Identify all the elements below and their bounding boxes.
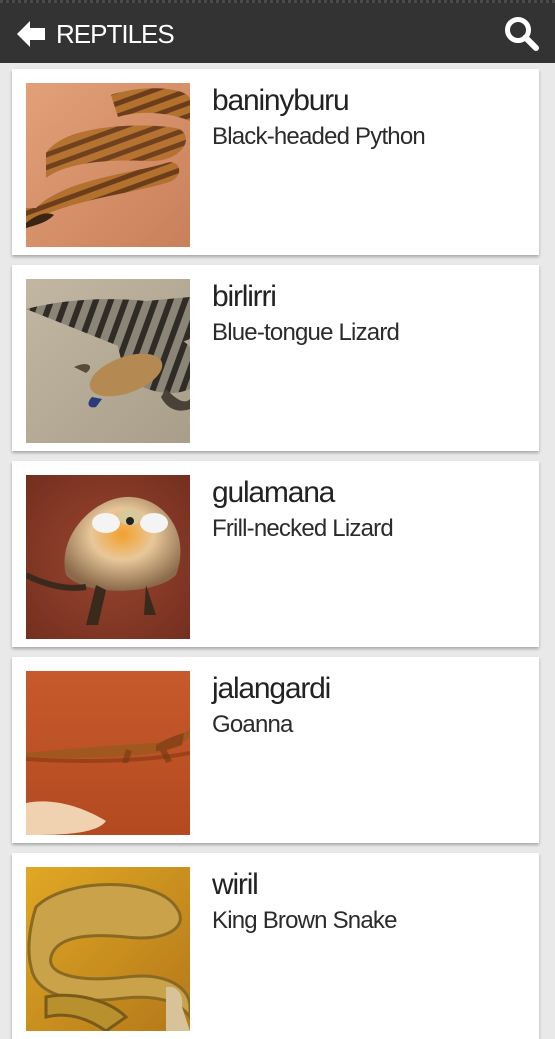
app-bar: REPTILES — [0, 3, 555, 63]
list-item[interactable]: wiril King Brown Snake — [12, 853, 539, 1039]
list-item[interactable]: jalangardi Goanna — [12, 657, 539, 843]
item-common-name: Blue-tongue Lizard — [212, 319, 400, 346]
list-item[interactable]: birlirri Blue-tongue Lizard — [12, 265, 539, 451]
arrow-left-icon — [17, 21, 45, 47]
item-name: birlirri — [212, 280, 277, 313]
king-brown-photo — [26, 867, 190, 1031]
item-name: gulamana — [212, 476, 335, 509]
search-icon — [505, 17, 539, 51]
list-item[interactable]: baninyburu Black-headed Python — [12, 69, 539, 255]
search-button[interactable] — [503, 15, 541, 53]
item-name: jalangardi — [212, 672, 331, 705]
goanna-photo — [26, 671, 190, 835]
item-name: baninyburu — [212, 84, 350, 117]
back-button[interactable] — [14, 17, 48, 51]
item-common-name: Frill-necked Lizard — [212, 515, 394, 542]
list-item[interactable]: gulamana Frill-necked Lizard — [12, 461, 539, 647]
page-title: REPTILES — [56, 19, 175, 49]
item-name: wiril — [212, 868, 259, 901]
item-common-name: Black-headed Python — [212, 123, 426, 150]
frill-neck-photo — [26, 475, 190, 639]
item-common-name: King Brown Snake — [212, 907, 397, 934]
python-photo — [26, 83, 190, 247]
item-common-name: Goanna — [212, 711, 293, 738]
blue-tongue-photo — [26, 279, 190, 443]
